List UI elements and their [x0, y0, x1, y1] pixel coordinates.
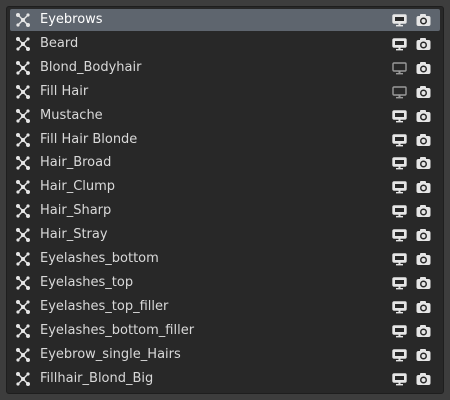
- camera-icon[interactable]: [415, 347, 432, 363]
- camera-icon[interactable]: [415, 84, 432, 100]
- list-item[interactable]: Eyelashes_top: [10, 272, 440, 294]
- camera-icon[interactable]: [415, 155, 432, 171]
- curve-icon: [15, 36, 31, 52]
- curve-icon: [15, 227, 31, 243]
- list-item-label[interactable]: Eyelashes_bottom: [40, 248, 159, 270]
- camera-icon[interactable]: [415, 203, 432, 219]
- monitor-icon[interactable]: [391, 132, 408, 148]
- monitor-icon[interactable]: [391, 347, 408, 363]
- monitor-icon[interactable]: [391, 12, 408, 28]
- camera-icon[interactable]: [415, 275, 432, 291]
- list-item[interactable]: Eyelashes_bottom_filler: [10, 320, 440, 342]
- curve-icon: [15, 12, 31, 28]
- list-item-label[interactable]: Eyebrow_single_Hairs: [40, 344, 181, 366]
- list-item-label[interactable]: Eyelashes_top_filler: [40, 296, 168, 318]
- monitor-icon[interactable]: [391, 84, 408, 100]
- list-item[interactable]: Blond_Bodyhair: [10, 57, 440, 79]
- list-item-label[interactable]: Beard: [40, 33, 78, 55]
- curve-icon: [15, 179, 31, 195]
- monitor-icon[interactable]: [391, 299, 408, 315]
- list-item-label[interactable]: Fill Hair Blonde: [40, 129, 137, 151]
- list-item-label[interactable]: Fillhair_Blond_Big: [40, 368, 153, 390]
- list-item-label[interactable]: Hair_Broad: [40, 152, 111, 174]
- list-item[interactable]: Eyebrows: [10, 9, 440, 31]
- monitor-icon[interactable]: [391, 371, 408, 387]
- curve-icon: [15, 347, 31, 363]
- camera-icon[interactable]: [415, 12, 432, 28]
- curve-icon: [15, 275, 31, 291]
- list-item[interactable]: Fill Hair Blonde: [10, 129, 440, 151]
- list-item-label[interactable]: Hair_Clump: [40, 176, 115, 198]
- curve-icon: [15, 299, 31, 315]
- monitor-icon[interactable]: [391, 323, 408, 339]
- camera-icon[interactable]: [415, 251, 432, 267]
- curve-icon: [15, 371, 31, 387]
- list-item[interactable]: Hair_Stray: [10, 224, 440, 246]
- list-item-label[interactable]: Eyebrows: [40, 9, 103, 31]
- list-item-label[interactable]: Fill Hair: [40, 81, 88, 103]
- camera-icon[interactable]: [415, 227, 432, 243]
- camera-icon[interactable]: [415, 299, 432, 315]
- monitor-icon[interactable]: [391, 227, 408, 243]
- curve-icon: [15, 203, 31, 219]
- list-item-label[interactable]: Eyelashes_top: [40, 272, 133, 294]
- list-item[interactable]: Fill Hair: [10, 81, 440, 103]
- monitor-icon[interactable]: [391, 179, 408, 195]
- camera-icon[interactable]: [415, 108, 432, 124]
- list-item[interactable]: Eyelashes_top_filler: [10, 296, 440, 318]
- panel: Eyebrows Beard Blond_Bodyhair Fill Hair Must…: [0, 0, 450, 400]
- camera-icon[interactable]: [415, 371, 432, 387]
- list-item-label[interactable]: Hair_Sharp: [40, 200, 111, 222]
- list-item[interactable]: Eyelashes_bottom: [10, 248, 440, 270]
- curve-icon: [15, 60, 31, 76]
- monitor-icon[interactable]: [391, 60, 408, 76]
- list-item[interactable]: Fillhair_Blond_Big: [10, 368, 440, 390]
- curve-icon: [15, 84, 31, 100]
- list-item[interactable]: Hair_Clump: [10, 176, 440, 198]
- list-item[interactable]: Beard: [10, 33, 440, 55]
- list-item-label[interactable]: Eyelashes_bottom_filler: [40, 320, 194, 342]
- monitor-icon[interactable]: [391, 275, 408, 291]
- monitor-icon[interactable]: [391, 36, 408, 52]
- list-item-label[interactable]: Mustache: [40, 105, 103, 127]
- particle-system-list[interactable]: Eyebrows Beard Blond_Bodyhair Fill Hair Must…: [6, 6, 444, 394]
- camera-icon[interactable]: [415, 132, 432, 148]
- monitor-icon[interactable]: [391, 155, 408, 171]
- curve-icon: [15, 323, 31, 339]
- list-item[interactable]: Hair_Sharp: [10, 200, 440, 222]
- list-item[interactable]: Mustache: [10, 105, 440, 127]
- list-item-label[interactable]: Hair_Stray: [40, 224, 108, 246]
- camera-icon[interactable]: [415, 60, 432, 76]
- monitor-icon[interactable]: [391, 251, 408, 267]
- list-item[interactable]: Eyebrow_single_Hairs: [10, 344, 440, 366]
- curve-icon: [15, 132, 31, 148]
- list-item-label[interactable]: Blond_Bodyhair: [40, 57, 141, 79]
- monitor-icon[interactable]: [391, 108, 408, 124]
- curve-icon: [15, 251, 31, 267]
- curve-icon: [15, 155, 31, 171]
- list-item[interactable]: Hair_Broad: [10, 152, 440, 174]
- camera-icon[interactable]: [415, 179, 432, 195]
- camera-icon[interactable]: [415, 36, 432, 52]
- camera-icon[interactable]: [415, 323, 432, 339]
- monitor-icon[interactable]: [391, 203, 408, 219]
- curve-icon: [15, 108, 31, 124]
